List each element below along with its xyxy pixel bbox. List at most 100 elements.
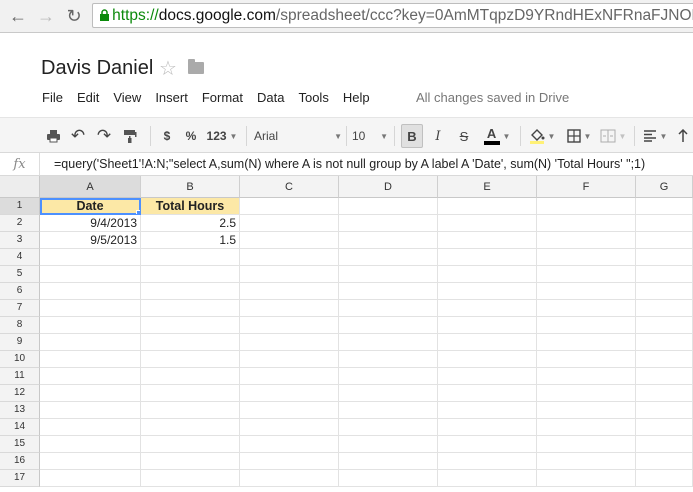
vertical-align-button[interactable] <box>675 124 691 148</box>
cell-c7[interactable] <box>240 300 339 317</box>
cell-e7[interactable] <box>438 300 537 317</box>
cell-c10[interactable] <box>240 351 339 368</box>
row-header[interactable]: 6 <box>0 283 40 300</box>
cell-f10[interactable] <box>537 351 636 368</box>
cell-g12[interactable] <box>636 385 693 402</box>
font-select[interactable]: Arial ▼ <box>254 124 342 148</box>
cell-e8[interactable] <box>438 317 537 334</box>
cell-e17[interactable] <box>438 470 537 487</box>
cell-c5[interactable] <box>240 266 339 283</box>
cell-g15[interactable] <box>636 436 693 453</box>
cell-c17[interactable] <box>240 470 339 487</box>
cell-b8[interactable] <box>141 317 240 334</box>
row-header[interactable]: 17 <box>0 470 40 487</box>
percent-button[interactable]: % <box>182 124 200 148</box>
cell-c3[interactable] <box>240 232 339 249</box>
cell-b15[interactable] <box>141 436 240 453</box>
column-header-f[interactable]: F <box>537 176 636 198</box>
cell-a2[interactable]: 9/4/2013 <box>40 215 141 232</box>
cell-b12[interactable] <box>141 385 240 402</box>
cell-d6[interactable] <box>339 283 438 300</box>
row-header[interactable]: 16 <box>0 453 40 470</box>
borders-button[interactable]: ▼ <box>563 124 595 148</box>
cell-f9[interactable] <box>537 334 636 351</box>
cell-e1[interactable] <box>438 198 537 215</box>
row-header[interactable]: 2 <box>0 215 40 232</box>
cell-a11[interactable] <box>40 368 141 385</box>
cell-a10[interactable] <box>40 351 141 368</box>
row-header[interactable]: 10 <box>0 351 40 368</box>
cell-g17[interactable] <box>636 470 693 487</box>
cell-e4[interactable] <box>438 249 537 266</box>
cell-e5[interactable] <box>438 266 537 283</box>
cell-f11[interactable] <box>537 368 636 385</box>
cell-d5[interactable] <box>339 266 438 283</box>
row-header[interactable]: 12 <box>0 385 40 402</box>
cell-a4[interactable] <box>40 249 141 266</box>
cell-c8[interactable] <box>240 317 339 334</box>
cell-f8[interactable] <box>537 317 636 334</box>
menu-format[interactable]: Format <box>195 89 250 107</box>
cell-g1[interactable] <box>636 198 693 215</box>
cell-g9[interactable] <box>636 334 693 351</box>
cell-f5[interactable] <box>537 266 636 283</box>
cell-d10[interactable] <box>339 351 438 368</box>
cell-b11[interactable] <box>141 368 240 385</box>
cell-c14[interactable] <box>240 419 339 436</box>
cell-e9[interactable] <box>438 334 537 351</box>
folder-icon[interactable] <box>188 59 204 74</box>
row-header[interactable]: 5 <box>0 266 40 283</box>
row-header[interactable]: 13 <box>0 402 40 419</box>
cell-a8[interactable] <box>40 317 141 334</box>
cell-b14[interactable] <box>141 419 240 436</box>
currency-button[interactable]: $ <box>158 124 176 148</box>
cell-b13[interactable] <box>141 402 240 419</box>
row-header[interactable]: 14 <box>0 419 40 436</box>
column-header-c[interactable]: C <box>240 176 339 198</box>
cell-b9[interactable] <box>141 334 240 351</box>
cell-d11[interactable] <box>339 368 438 385</box>
cell-e13[interactable] <box>438 402 537 419</box>
cell-a14[interactable] <box>40 419 141 436</box>
formula-input[interactable]: =query('Sheet1'!A:N;"select A,sum(N) whe… <box>54 157 645 171</box>
align-button[interactable]: ▼ <box>642 124 668 148</box>
menu-insert[interactable]: Insert <box>148 89 195 107</box>
text-color-button[interactable]: A ▼ <box>480 124 514 148</box>
cell-f17[interactable] <box>537 470 636 487</box>
row-header[interactable]: 11 <box>0 368 40 385</box>
cell-a15[interactable] <box>40 436 141 453</box>
cell-a7[interactable] <box>40 300 141 317</box>
column-header-d[interactable]: D <box>339 176 438 198</box>
cell-b3[interactable]: 1.5 <box>141 232 240 249</box>
column-header-a[interactable]: A <box>40 176 141 198</box>
menu-file[interactable]: File <box>35 89 70 107</box>
strikethrough-button[interactable]: S <box>454 124 474 148</box>
cell-e14[interactable] <box>438 419 537 436</box>
cell-c11[interactable] <box>240 368 339 385</box>
cell-g6[interactable] <box>636 283 693 300</box>
cell-b17[interactable] <box>141 470 240 487</box>
cell-c9[interactable] <box>240 334 339 351</box>
italic-button[interactable]: I <box>428 124 448 148</box>
cell-g8[interactable] <box>636 317 693 334</box>
address-bar[interactable]: https://docs.google.com/spreadsheet/ccc?… <box>92 3 693 28</box>
cell-c13[interactable] <box>240 402 339 419</box>
row-header[interactable]: 3 <box>0 232 40 249</box>
back-icon[interactable]: ← <box>6 4 30 28</box>
cell-b10[interactable] <box>141 351 240 368</box>
cell-g16[interactable] <box>636 453 693 470</box>
cell-g7[interactable] <box>636 300 693 317</box>
cell-f16[interactable] <box>537 453 636 470</box>
cell-f7[interactable] <box>537 300 636 317</box>
cell-d12[interactable] <box>339 385 438 402</box>
cell-c12[interactable] <box>240 385 339 402</box>
cell-g5[interactable] <box>636 266 693 283</box>
cell-a9[interactable] <box>40 334 141 351</box>
cell-e6[interactable] <box>438 283 537 300</box>
cell-d9[interactable] <box>339 334 438 351</box>
cell-f2[interactable] <box>537 215 636 232</box>
cell-b16[interactable] <box>141 453 240 470</box>
print-icon[interactable] <box>42 124 64 148</box>
cell-f1[interactable] <box>537 198 636 215</box>
cell-f15[interactable] <box>537 436 636 453</box>
